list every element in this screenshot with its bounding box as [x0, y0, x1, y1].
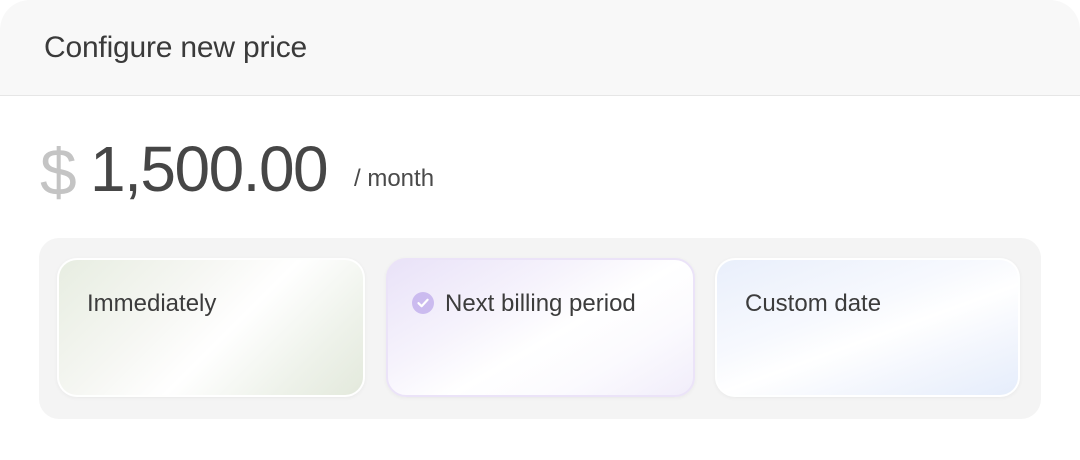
- currency-symbol: $: [40, 135, 77, 209]
- check-circle-icon: [412, 292, 434, 314]
- card-header: Configure new price: [0, 0, 1080, 96]
- option-label: Immediately: [87, 290, 217, 317]
- price-amount: 1,500.00: [90, 133, 329, 205]
- option-next-billing-period[interactable]: Next billing period: [386, 258, 695, 397]
- price-period: / month: [354, 165, 435, 192]
- configure-price-card: Configure new price $ 1,500.00 / month I…: [0, 0, 1080, 460]
- option-label: Next billing period: [445, 290, 636, 317]
- effective-date-options: Immediately Next billing period Custom d…: [39, 238, 1041, 419]
- option-label: Custom date: [745, 290, 882, 317]
- option-immediately[interactable]: Immediately: [57, 258, 365, 397]
- page-title: Configure new price: [44, 31, 308, 64]
- option-custom-date[interactable]: Custom date: [715, 258, 1020, 397]
